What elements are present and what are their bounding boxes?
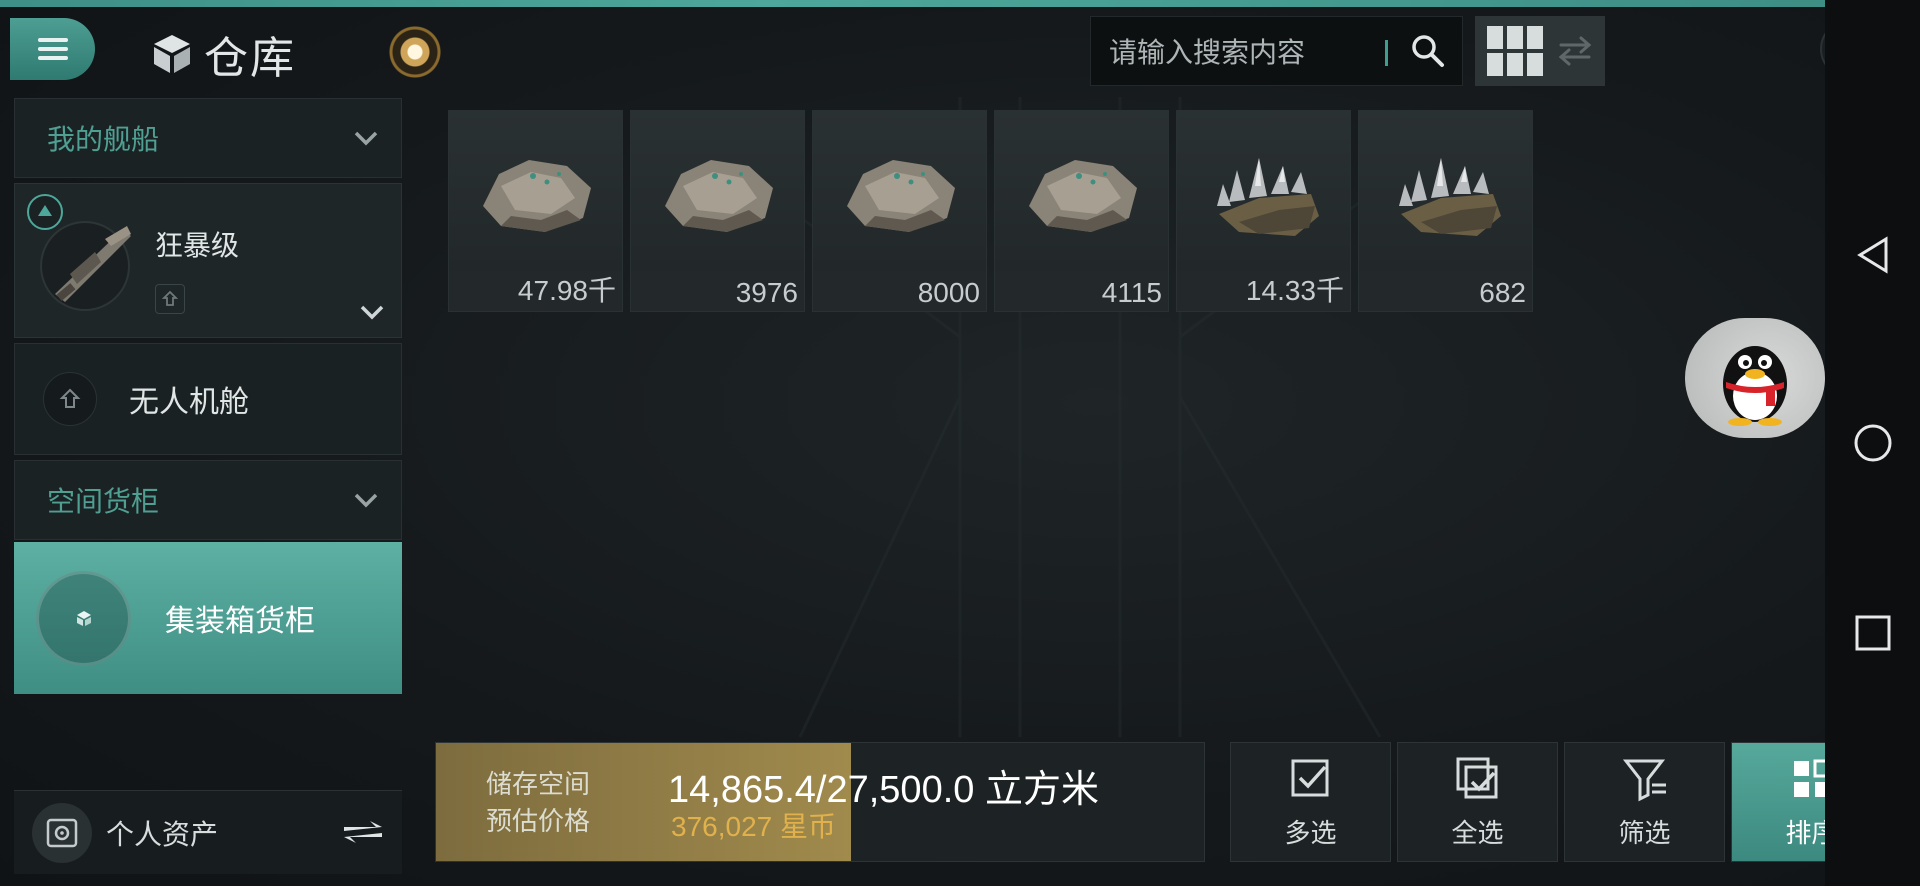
- item-quantity: 14.33千: [1245, 275, 1344, 306]
- list-swap-icon[interactable]: [1557, 33, 1593, 69]
- sidebar-item-my-ships[interactable]: 我的舰船: [14, 98, 402, 178]
- item-grid: 47.98千 3976 8000 4115 14.33千 682: [448, 110, 1533, 312]
- crystal-ore-icon: [1359, 111, 1532, 271]
- search-icon[interactable]: [1410, 33, 1446, 69]
- select-all-icon: [1456, 757, 1497, 798]
- item-quantity: 4115: [1101, 277, 1162, 308]
- warehouse-cube-icon: [154, 35, 190, 73]
- chevron-down-icon: [354, 493, 378, 508]
- personal-assets-label: 个人资产: [106, 817, 219, 851]
- search-input[interactable]: 请输入搜索内容: [1090, 16, 1463, 86]
- crystal-ore-icon: [1177, 111, 1350, 271]
- storage-panel: 储存空间 预估价格 14,865.4/27,500.0 立方米 376,027 …: [435, 742, 1205, 862]
- recents-icon[interactable]: [1852, 612, 1894, 654]
- filter-button[interactable]: 筛选: [1564, 742, 1725, 862]
- drone-bay-icon: [43, 372, 97, 426]
- estimated-price-value: 376,027 星币: [671, 811, 836, 842]
- multi-select-button[interactable]: 多选: [1230, 742, 1391, 862]
- ore-icon: [813, 111, 986, 271]
- personal-assets-button[interactable]: 个人资产: [14, 790, 402, 874]
- ship-card[interactable]: 狂暴级: [14, 183, 402, 338]
- inventory-item[interactable]: 682: [1358, 110, 1533, 312]
- filter-icon: [1622, 759, 1666, 801]
- view-toggle[interactable]: [1475, 16, 1605, 86]
- ore-icon: [631, 111, 804, 271]
- page-header: 仓库: [150, 22, 296, 86]
- inventory-item[interactable]: 47.98千: [448, 110, 623, 312]
- storage-labels: 储存空间 预估价格: [486, 767, 590, 841]
- inventory-item[interactable]: 4115: [994, 110, 1169, 312]
- select-all-label: 全选: [1451, 818, 1504, 849]
- back-icon[interactable]: [1852, 234, 1894, 276]
- item-quantity: 3976: [735, 277, 798, 308]
- search-placeholder: 请输入搜索内容: [1109, 36, 1306, 69]
- sidebar-item-drone-bay[interactable]: 无人机舱: [14, 343, 402, 455]
- top-accent-bar: [0, 0, 1920, 7]
- fitting-icon: [155, 284, 185, 314]
- inventory-item[interactable]: 8000: [812, 110, 987, 312]
- search-cursor: [1385, 40, 1388, 66]
- filter-label: 筛选: [1618, 818, 1671, 849]
- storage-space-label: 储存空间: [486, 770, 591, 800]
- ore-icon: [449, 111, 622, 271]
- ship-name: 狂暴级: [155, 229, 240, 262]
- chevron-down-icon[interactable]: [359, 303, 385, 321]
- sidebar-item-label: 无人机舱: [129, 385, 249, 420]
- qq-float-button[interactable]: [1685, 318, 1825, 438]
- grid-view-icon[interactable]: [1487, 26, 1543, 76]
- multi-select-label: 多选: [1284, 818, 1337, 849]
- menu-button[interactable]: [10, 18, 95, 80]
- page-title: 仓库: [204, 33, 296, 84]
- sidebar-item-space-cargo[interactable]: 空间货柜: [14, 460, 402, 540]
- inventory-item[interactable]: 3976: [630, 110, 805, 312]
- sidebar-item-container-cargo[interactable]: 集装箱货柜: [14, 542, 402, 694]
- inventory-item[interactable]: 14.33千: [1176, 110, 1351, 312]
- switch-icon[interactable]: [340, 817, 386, 847]
- sidebar-item-label: 空间货柜: [47, 485, 160, 518]
- action-bar: 多选 全选 筛选 排序: [1230, 742, 1892, 862]
- sidebar-item-label: 集装箱货柜: [165, 604, 315, 639]
- checkbox-icon: [1291, 759, 1328, 796]
- estimated-price-label: 预估价格: [486, 807, 591, 837]
- container-icon: [36, 570, 131, 666]
- rank-up-icon: [27, 194, 63, 230]
- select-all-button[interactable]: 全选: [1397, 742, 1558, 862]
- hamburger-icon: [37, 33, 68, 65]
- safe-icon: [32, 802, 92, 863]
- home-icon[interactable]: [1852, 422, 1894, 464]
- item-quantity: 47.98千: [517, 275, 616, 306]
- sidebar-item-label: 我的舰船: [47, 123, 160, 156]
- chevron-down-icon: [354, 131, 378, 146]
- item-quantity: 8000: [917, 277, 980, 308]
- beacon-icon[interactable]: [385, 22, 445, 82]
- system-nav-bar: [1825, 0, 1920, 886]
- ore-icon: [995, 111, 1168, 271]
- item-quantity: 682: [1479, 277, 1526, 308]
- penguin-icon: [1723, 346, 1787, 426]
